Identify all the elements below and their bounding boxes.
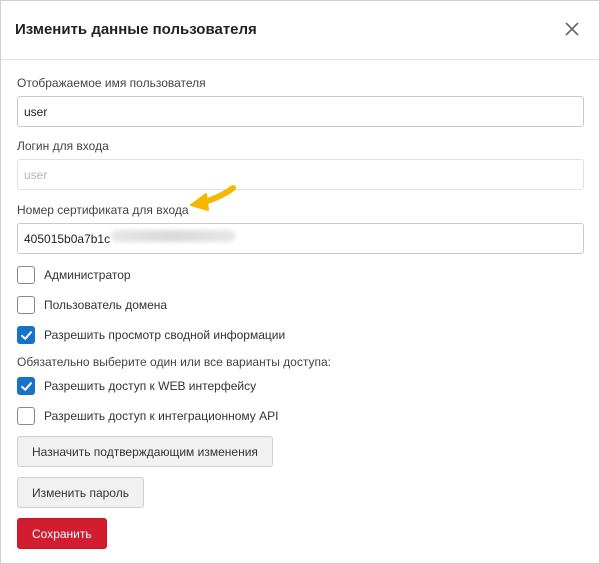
checkbox-box[interactable]	[17, 326, 35, 344]
checkbox-box[interactable]	[17, 377, 35, 395]
login-label: Логин для входа	[17, 139, 109, 153]
display-name-label: Отображаемое имя пользователя	[17, 76, 206, 90]
edit-user-dialog: Изменить данные пользователя Отображаемо…	[0, 0, 600, 564]
checkbox-label: Пользователь домена	[44, 298, 168, 312]
checkmark-icon	[20, 330, 32, 340]
dialog-header: Изменить данные пользователя	[1, 1, 599, 60]
checkbox-label: Разрешить доступ к интеграционному API	[44, 409, 279, 423]
checkbox-label: Разрешить доступ к WEB интерфейсу	[44, 379, 257, 393]
annotation-arrow-icon	[190, 185, 236, 211]
certificate-label: Номер сертификата для входа	[17, 203, 189, 217]
checkbox-box[interactable]	[17, 296, 35, 314]
dialog-title: Изменить данные пользователя	[15, 21, 257, 38]
checkbox-label: Разрешить просмотр сводной информации	[44, 328, 286, 342]
access-note: Обязательно выберите один или все вариан…	[17, 355, 331, 369]
checkbox-administrator[interactable]: Администратор	[17, 265, 131, 285]
display-name-input[interactable]	[17, 96, 584, 127]
assign-approvers-button[interactable]: Назначить подтверждающим изменения	[17, 436, 273, 467]
checkbox-label: Администратор	[44, 268, 131, 282]
checkbox-box[interactable]	[17, 266, 35, 284]
checkbox-allow-summary-view[interactable]: Разрешить просмотр сводной информации	[17, 325, 285, 345]
save-button[interactable]: Сохранить	[17, 518, 107, 549]
checkbox-domain-user[interactable]: Пользователь домена	[17, 295, 167, 315]
certificate-input[interactable]	[17, 223, 584, 254]
change-password-button[interactable]: Изменить пароль	[17, 477, 144, 508]
redacted-certificate-tail	[111, 230, 236, 242]
checkbox-allow-api-access[interactable]: Разрешить доступ к интеграционному API	[17, 406, 278, 426]
checkmark-icon	[20, 381, 32, 391]
checkbox-allow-web-access[interactable]: Разрешить доступ к WEB интерфейсу	[17, 376, 256, 396]
close-icon[interactable]	[561, 18, 583, 40]
checkbox-box[interactable]	[17, 407, 35, 425]
login-input[interactable]	[17, 159, 584, 190]
